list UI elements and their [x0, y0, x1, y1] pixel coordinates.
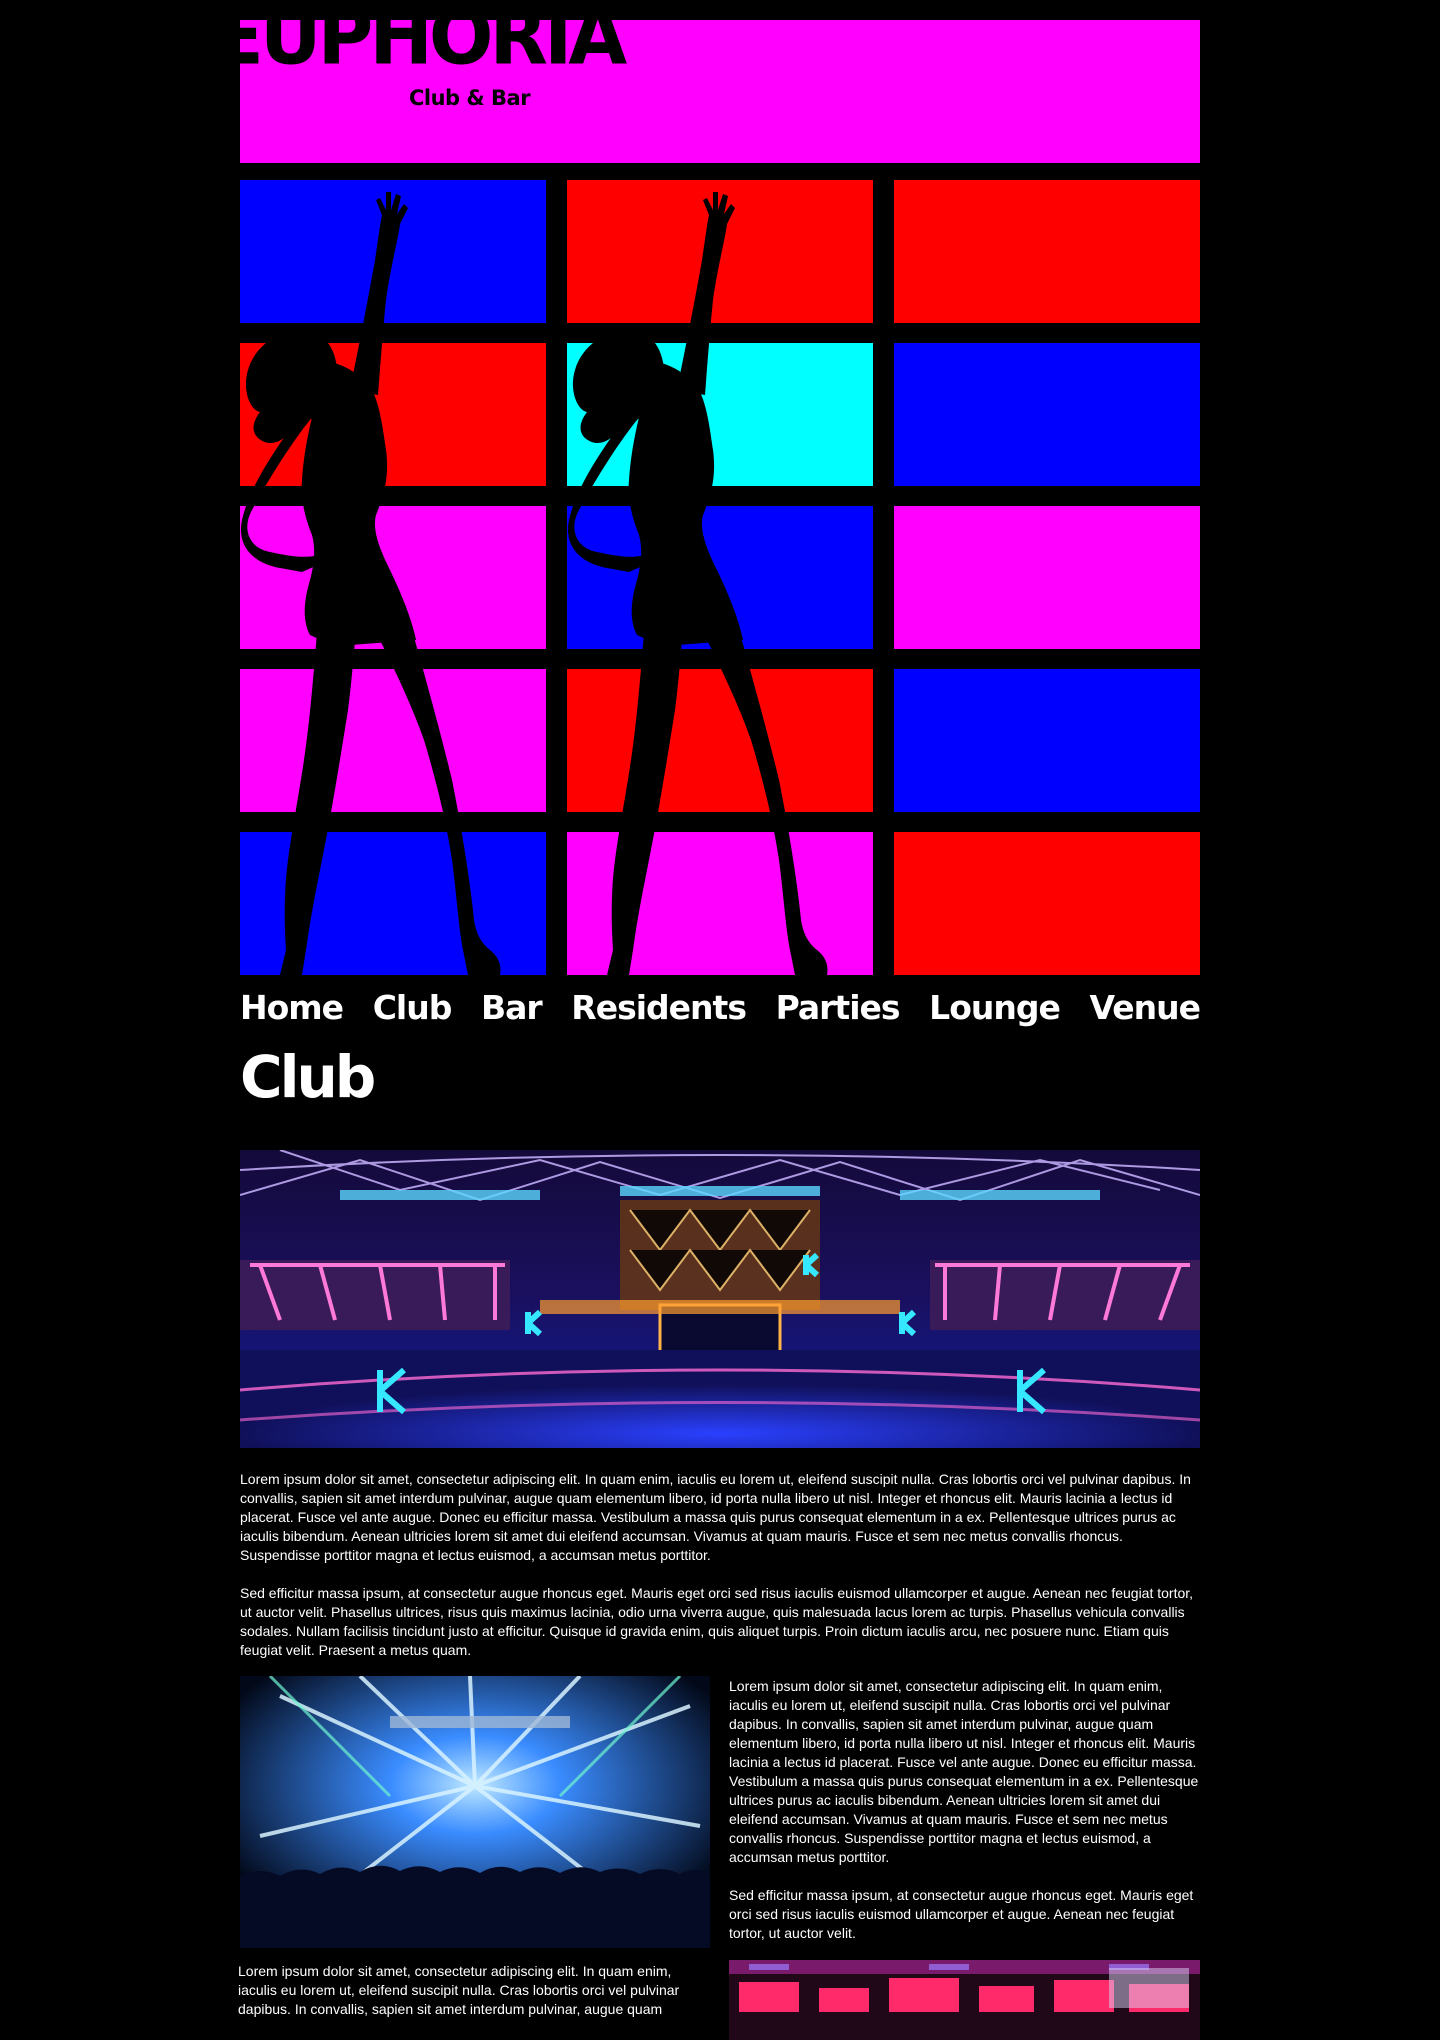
dancer-silhouette [240, 192, 501, 975]
tagline: Club & Bar [409, 86, 531, 110]
concert-crowd-graphic [240, 1676, 710, 1948]
lounge-image [729, 1960, 1200, 2040]
lower-paragraph-1: Lorem ipsum dolor sit amet, consectetur … [238, 1963, 680, 2017]
nav-item-home[interactable]: Home [240, 988, 344, 1027]
page: EUPHORIA Club & Bar Home Club Bar Reside… [0, 0, 1440, 2040]
logo-text: EUPHORIA [240, 4, 627, 74]
dancer-silhouette [567, 192, 828, 975]
dancer-silhouettes [240, 192, 828, 975]
intro-paragraph-1: Lorem ipsum dolor sit amet, consectetur … [240, 1471, 1191, 1563]
logo[interactable]: EUPHORIA [240, 4, 720, 74]
page-title: Club [240, 1043, 376, 1111]
nav-item-club[interactable]: Club [373, 988, 453, 1027]
nav-item-lounge[interactable]: Lounge [929, 988, 1061, 1027]
nav-item-residents[interactable]: Residents [571, 988, 747, 1027]
nav-item-parties[interactable]: Parties [776, 988, 901, 1027]
intro-paragraph-2: Sed efficitur massa ipsum, at consectetu… [240, 1585, 1194, 1658]
concert-crowd-image [240, 1676, 710, 1948]
hero-grid [240, 180, 1200, 975]
side-paragraph-2: Sed efficitur massa ipsum, at consectetu… [729, 1887, 1194, 1941]
lounge-graphic [729, 1960, 1200, 2040]
club-interior-graphic [240, 1150, 1200, 1448]
side-paragraph-1: Lorem ipsum dolor sit amet, consectetur … [729, 1678, 1199, 1865]
nav-item-bar[interactable]: Bar [481, 988, 543, 1027]
club-interior-image [240, 1150, 1200, 1448]
nav-item-venue[interactable]: Venue [1090, 988, 1201, 1027]
main-nav: Home Club Bar Residents Parties Lounge Venue [240, 984, 1201, 1030]
